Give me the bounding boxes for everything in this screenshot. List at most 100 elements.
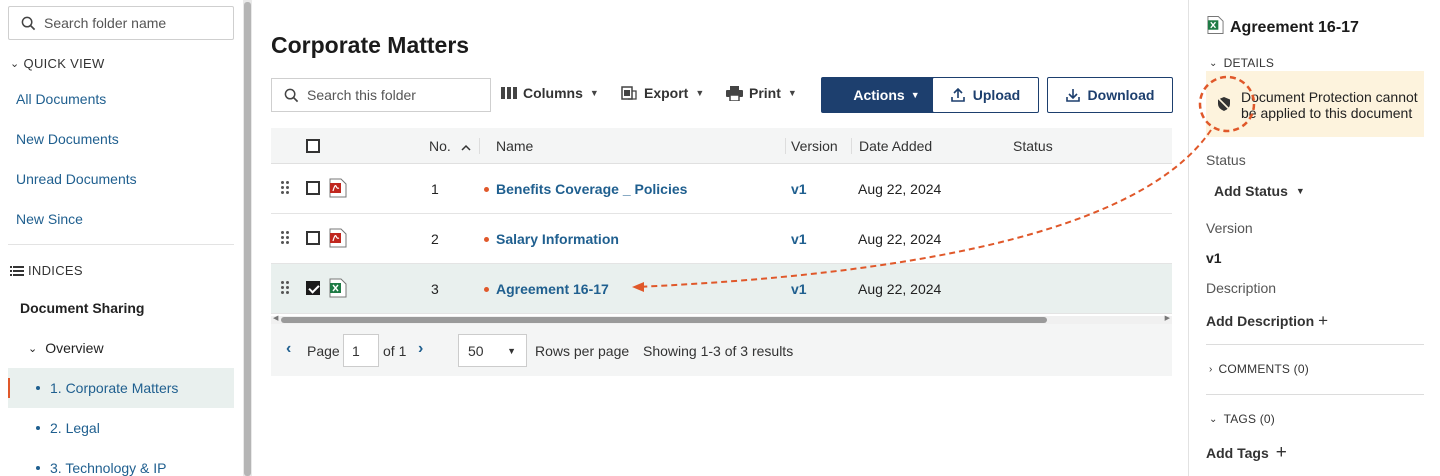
row-number: 1 xyxy=(431,181,439,197)
folder-search-input[interactable] xyxy=(44,15,224,31)
add-status-dropdown[interactable]: Add Status ▼ xyxy=(1214,183,1305,199)
sidebar-scrollbar[interactable] xyxy=(243,0,252,476)
add-status-label: Add Status xyxy=(1214,183,1288,199)
document-name: Salary Information xyxy=(496,231,619,247)
tree-item-label: 2. Legal xyxy=(50,420,100,436)
nav-new-since[interactable]: New Since xyxy=(16,211,83,227)
row-checkbox[interactable] xyxy=(306,181,320,195)
print-button[interactable]: Print ▼ xyxy=(726,85,797,101)
drag-handle-icon[interactable] xyxy=(281,231,289,245)
nav-all-documents[interactable]: All Documents xyxy=(16,91,106,107)
rows-per-page-label: Rows per page xyxy=(535,343,630,359)
folder-content-search-input[interactable] xyxy=(307,87,477,103)
folder-content-search[interactable] xyxy=(271,78,491,112)
scroll-right-icon[interactable]: ▶ xyxy=(1165,314,1170,322)
upload-button[interactable]: Upload xyxy=(932,77,1039,113)
columns-button[interactable]: Columns ▼ xyxy=(501,85,599,101)
tree-item-technology-ip[interactable]: 3. Technology & IP xyxy=(8,448,234,476)
date-added: Aug 22, 2024 xyxy=(858,181,942,197)
caret-down-icon: ▼ xyxy=(695,88,705,98)
chevron-down-icon: ⌄ xyxy=(10,58,20,70)
overview-node[interactable]: ⌄ Overview xyxy=(28,340,104,356)
scrollbar-thumb[interactable] xyxy=(281,317,1047,323)
export-button[interactable]: Export ▼ xyxy=(621,85,704,101)
caret-down-icon: ▼ xyxy=(787,88,797,98)
tags-toggle[interactable]: ⌄ TAGS (0) xyxy=(1209,412,1275,426)
table-row[interactable]: 1 Benefits Coverage _ Policies v1 Aug 22… xyxy=(271,164,1172,214)
table-horizontal-scrollbar[interactable]: ◀ ▶ xyxy=(271,314,1172,324)
version-link[interactable]: v1 xyxy=(791,281,807,297)
warning-text: Document Protection cannot be applied to… xyxy=(1241,89,1418,121)
unread-dot-icon xyxy=(484,286,489,292)
comments-label: COMMENTS (0) xyxy=(1218,362,1309,376)
next-page-icon[interactable]: › xyxy=(418,340,423,358)
details-toggle[interactable]: ⌄ DETAILS xyxy=(1209,56,1274,70)
page-label: Page xyxy=(307,343,340,359)
version-value: v1 xyxy=(1206,250,1222,266)
document-name-link[interactable]: Salary Information xyxy=(484,231,619,247)
document-name-link[interactable]: Agreement 16-17 xyxy=(484,281,609,297)
nav-new-documents[interactable]: New Documents xyxy=(16,131,119,147)
print-label: Print xyxy=(749,85,781,101)
column-header-name[interactable]: Name xyxy=(496,138,533,154)
column-header-version[interactable]: Version xyxy=(791,138,838,154)
document-sharing-root[interactable]: Document Sharing xyxy=(20,300,144,316)
drag-handle-icon[interactable] xyxy=(281,181,289,195)
pdf-file-icon xyxy=(329,178,347,198)
page-number-input[interactable]: 1 xyxy=(343,334,379,367)
quick-view-toggle[interactable]: ⌄ QUICK VIEW xyxy=(10,56,105,71)
section-divider xyxy=(1206,394,1424,395)
rows-per-page-value: 50 xyxy=(468,342,484,359)
version-link[interactable]: v1 xyxy=(791,231,807,247)
comments-toggle[interactable]: › COMMENTS (0) xyxy=(1209,362,1309,376)
table-row[interactable]: 2 Salary Information v1 Aug 22, 2024 xyxy=(271,214,1172,264)
rows-per-page-select[interactable]: 50 ▼ xyxy=(458,334,527,367)
tree-item-corporate-matters[interactable]: 1. Corporate Matters xyxy=(8,368,234,408)
download-icon xyxy=(1065,89,1080,102)
column-separator[interactable] xyxy=(479,138,480,154)
plus-icon: + xyxy=(1275,442,1287,463)
protection-warning: Document Protection cannot be applied to… xyxy=(1206,71,1424,137)
list-icon xyxy=(10,265,24,276)
document-name: Agreement 16-17 xyxy=(496,281,609,297)
row-checkbox[interactable] xyxy=(306,231,320,245)
excel-file-icon xyxy=(1207,16,1224,34)
scroll-left-icon[interactable]: ◀ xyxy=(273,314,278,322)
select-all-checkbox[interactable] xyxy=(306,139,320,153)
caret-down-icon: ▼ xyxy=(507,345,516,356)
document-name-link[interactable]: Benefits Coverage _ Policies xyxy=(484,181,687,197)
tree-item-legal[interactable]: 2. Legal xyxy=(8,408,234,448)
results-summary: Showing 1-3 of 3 results xyxy=(643,343,794,359)
unread-dot-icon xyxy=(484,236,489,242)
drag-handle-icon[interactable] xyxy=(281,281,289,295)
columns-label: Columns xyxy=(523,85,583,101)
tree-item-label: 3. Technology & IP xyxy=(50,460,167,476)
column-header-no[interactable]: No. xyxy=(429,138,471,154)
version-link[interactable]: v1 xyxy=(791,181,807,197)
previous-page-icon[interactable]: ‹ xyxy=(286,340,291,358)
bullet-icon xyxy=(36,466,40,470)
printer-icon xyxy=(726,85,743,101)
sidebar: ⌄ QUICK VIEW All Documents New Documents… xyxy=(0,0,243,476)
table-row-selected[interactable]: 3 Agreement 16-17 v1 Aug 22, 2024 xyxy=(271,264,1172,314)
column-header-status[interactable]: Status xyxy=(1013,138,1053,154)
column-header-date-added[interactable]: Date Added xyxy=(859,138,932,154)
version-label: Version xyxy=(1206,220,1253,236)
folder-search-box[interactable] xyxy=(8,6,234,40)
pagination-bar: ‹ Page 1 of 1 › 50 ▼ Rows per page Showi… xyxy=(271,324,1172,376)
column-separator[interactable] xyxy=(785,138,786,154)
page-count: of 1 xyxy=(383,343,407,359)
row-number: 2 xyxy=(431,231,439,247)
add-tags-button[interactable]: Add Tags + xyxy=(1206,442,1287,464)
caret-down-icon: ▼ xyxy=(1295,186,1305,196)
scrollbar-thumb[interactable] xyxy=(244,2,251,476)
chevron-down-icon: ⌄ xyxy=(1209,57,1218,69)
column-separator[interactable] xyxy=(851,138,852,154)
nav-unread-documents[interactable]: Unread Documents xyxy=(16,171,137,187)
row-checkbox[interactable] xyxy=(306,281,320,295)
indices-toggle[interactable]: INDICES xyxy=(10,263,83,278)
pdf-file-icon xyxy=(329,228,347,248)
add-description-button[interactable]: Add Description + xyxy=(1206,311,1328,331)
download-button[interactable]: Download xyxy=(1047,77,1173,113)
caret-down-icon: ▼ xyxy=(589,88,599,98)
